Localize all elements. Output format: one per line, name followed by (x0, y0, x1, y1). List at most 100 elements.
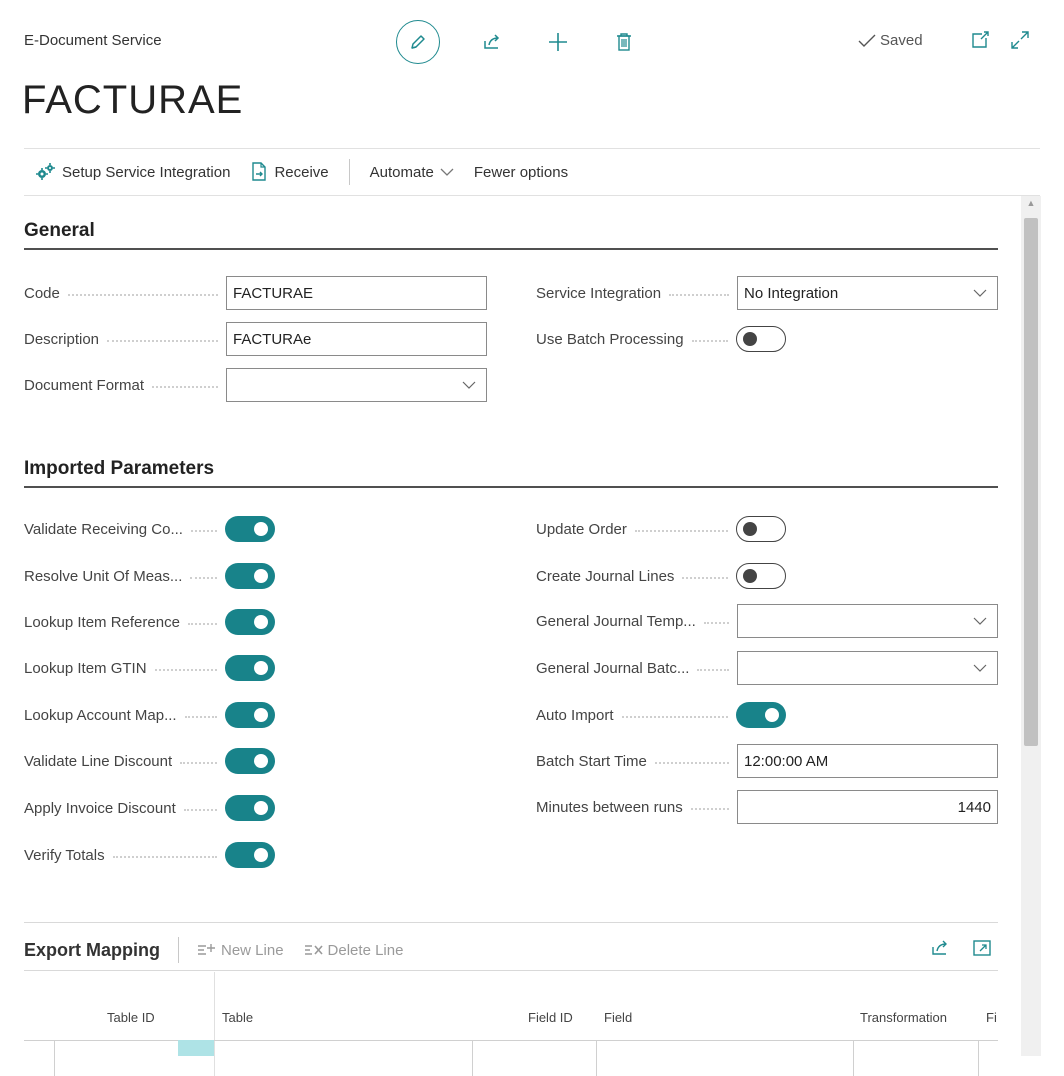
pencil-icon (411, 35, 425, 49)
receive-button[interactable]: Receive (240, 162, 338, 182)
new-line-button[interactable]: New Line (197, 942, 284, 959)
chevron-down-icon (973, 617, 987, 625)
column-header-table-id[interactable]: Table ID (107, 1010, 155, 1025)
saved-status: Saved (858, 32, 923, 49)
delete-button[interactable] (610, 28, 638, 56)
section-title-imported-parameters[interactable]: Imported Parameters (24, 458, 214, 480)
chevron-down-icon (440, 168, 454, 176)
fewer-options-label: Fewer options (473, 163, 569, 181)
update-order-toggle[interactable] (736, 516, 786, 542)
field-imported-toggle: Apply Invoice Discount (24, 791, 275, 825)
service-integration-select[interactable]: No Integration (737, 276, 998, 310)
chevron-down-icon (973, 664, 987, 672)
selected-cell-indicator (178, 1040, 214, 1056)
imported-toggle-switch[interactable] (225, 842, 275, 868)
imported-toggle-switch[interactable] (225, 702, 275, 728)
create-journal-label: Create Journal Lines (536, 567, 675, 585)
scrollbar-thumb[interactable] (1024, 218, 1038, 746)
imported-toggle-label: Lookup Account Map... (24, 706, 177, 724)
field-description: Description FACTURAe (24, 322, 487, 356)
automate-label: Automate (369, 163, 434, 181)
column-header-field[interactable]: Field (604, 1010, 632, 1025)
field-imported-toggle: Validate Line Discount (24, 744, 275, 778)
scroll-up-arrow[interactable]: ▲ (1021, 198, 1041, 214)
minutes-input[interactable]: 1440 (737, 790, 998, 824)
delete-line-icon (304, 945, 323, 955)
field-document-format: Document Format (24, 368, 487, 402)
service-integration-label: Service Integration (536, 284, 662, 302)
trash-icon (617, 33, 631, 51)
open-new-window-icon[interactable] (970, 30, 990, 50)
imported-toggle-switch[interactable] (225, 516, 275, 542)
expand-icon[interactable] (1010, 30, 1030, 50)
column-header-truncated[interactable]: Fi (986, 1010, 997, 1025)
field-auto-import: Auto Import (536, 698, 786, 732)
field-imported-toggle: Lookup Item Reference (24, 605, 275, 639)
receive-document-icon (252, 162, 267, 181)
field-batch-start-time: Batch Start Time 12:00:00 AM (536, 744, 998, 778)
batch-start-label: Batch Start Time (536, 752, 647, 770)
imported-toggle-label: Apply Invoice Discount (24, 799, 176, 817)
chevron-down-icon (462, 381, 476, 389)
field-service-integration: Service Integration No Integration (536, 276, 998, 310)
auto-import-toggle[interactable] (736, 702, 786, 728)
imported-toggle-label: Lookup Item Reference (24, 613, 180, 631)
setup-service-integration-button[interactable]: Setup Service Integration (24, 162, 240, 182)
imported-toggle-label: Lookup Item GTIN (24, 659, 147, 677)
document-format-label: Document Format (24, 376, 145, 394)
column-header-field-id[interactable]: Field ID (528, 1010, 573, 1025)
imported-toggle-switch[interactable] (225, 563, 275, 589)
imported-toggle-switch[interactable] (225, 748, 275, 774)
field-code: Code FACTURAE (24, 276, 487, 310)
section-divider (24, 486, 998, 488)
page-title: FACTURAE (22, 78, 244, 122)
imported-toggle-label: Validate Line Discount (24, 752, 173, 770)
expand-part-icon[interactable] (972, 938, 992, 958)
create-journal-toggle[interactable] (736, 563, 786, 589)
auto-import-label: Auto Import (536, 706, 614, 724)
batch-start-input[interactable]: 12:00:00 AM (737, 744, 998, 778)
description-input[interactable]: FACTURAe (226, 322, 487, 356)
edit-button[interactable] (396, 20, 440, 64)
use-batch-label: Use Batch Processing (536, 330, 684, 348)
share-icon (484, 34, 500, 49)
share-icon[interactable] (930, 938, 950, 958)
action-bar: Setup Service Integration Receive Automa… (24, 148, 1040, 196)
field-imported-toggle: Resolve Unit Of Meas... (24, 559, 275, 593)
new-button[interactable] (544, 28, 572, 56)
share-button[interactable] (478, 28, 506, 56)
imported-toggle-label: Resolve Unit Of Meas... (24, 567, 183, 585)
field-imported-toggle: Verify Totals (24, 838, 275, 872)
imported-toggle-label: Verify Totals (24, 846, 105, 864)
column-header-transformation[interactable]: Transformation (860, 1010, 947, 1025)
section-title-general[interactable]: General (24, 220, 95, 242)
checkmark-icon (858, 34, 876, 47)
export-mapping-title[interactable]: Export Mapping (24, 940, 160, 961)
imported-toggle-switch[interactable] (225, 795, 275, 821)
imported-toggle-label: Validate Receiving Co... (24, 520, 183, 538)
field-imported-toggle: Lookup Item GTIN (24, 651, 275, 685)
export-mapping-bar: Export Mapping New Line Delete Line (24, 930, 998, 970)
gen-journal-template-label: General Journal Temp... (536, 612, 696, 630)
delete-line-button[interactable]: Delete Line (304, 942, 403, 959)
document-format-select[interactable] (226, 368, 487, 402)
table-row[interactable] (24, 1040, 998, 1041)
action-separator (348, 159, 350, 185)
field-imported-toggle: Lookup Account Map... (24, 698, 275, 732)
imported-toggle-switch[interactable] (225, 655, 275, 681)
new-line-icon (198, 944, 215, 955)
code-input[interactable]: FACTURAE (226, 276, 487, 310)
use-batch-toggle[interactable] (736, 326, 786, 352)
automate-menu[interactable]: Automate (360, 164, 464, 181)
plus-icon (549, 33, 567, 51)
breadcrumb: E-Document Service (24, 32, 162, 49)
field-general-journal-batch: General Journal Batc... (536, 651, 998, 685)
imported-toggle-switch[interactable] (225, 609, 275, 635)
gen-journal-template-select[interactable] (737, 604, 998, 638)
gen-journal-batch-select[interactable] (737, 651, 998, 685)
column-header-table[interactable]: Table (222, 1010, 253, 1025)
field-create-journal-lines: Create Journal Lines (536, 559, 786, 593)
description-label: Description (24, 330, 100, 348)
field-update-order: Update Order (536, 512, 786, 546)
fewer-options-button[interactable]: Fewer options (464, 164, 578, 181)
